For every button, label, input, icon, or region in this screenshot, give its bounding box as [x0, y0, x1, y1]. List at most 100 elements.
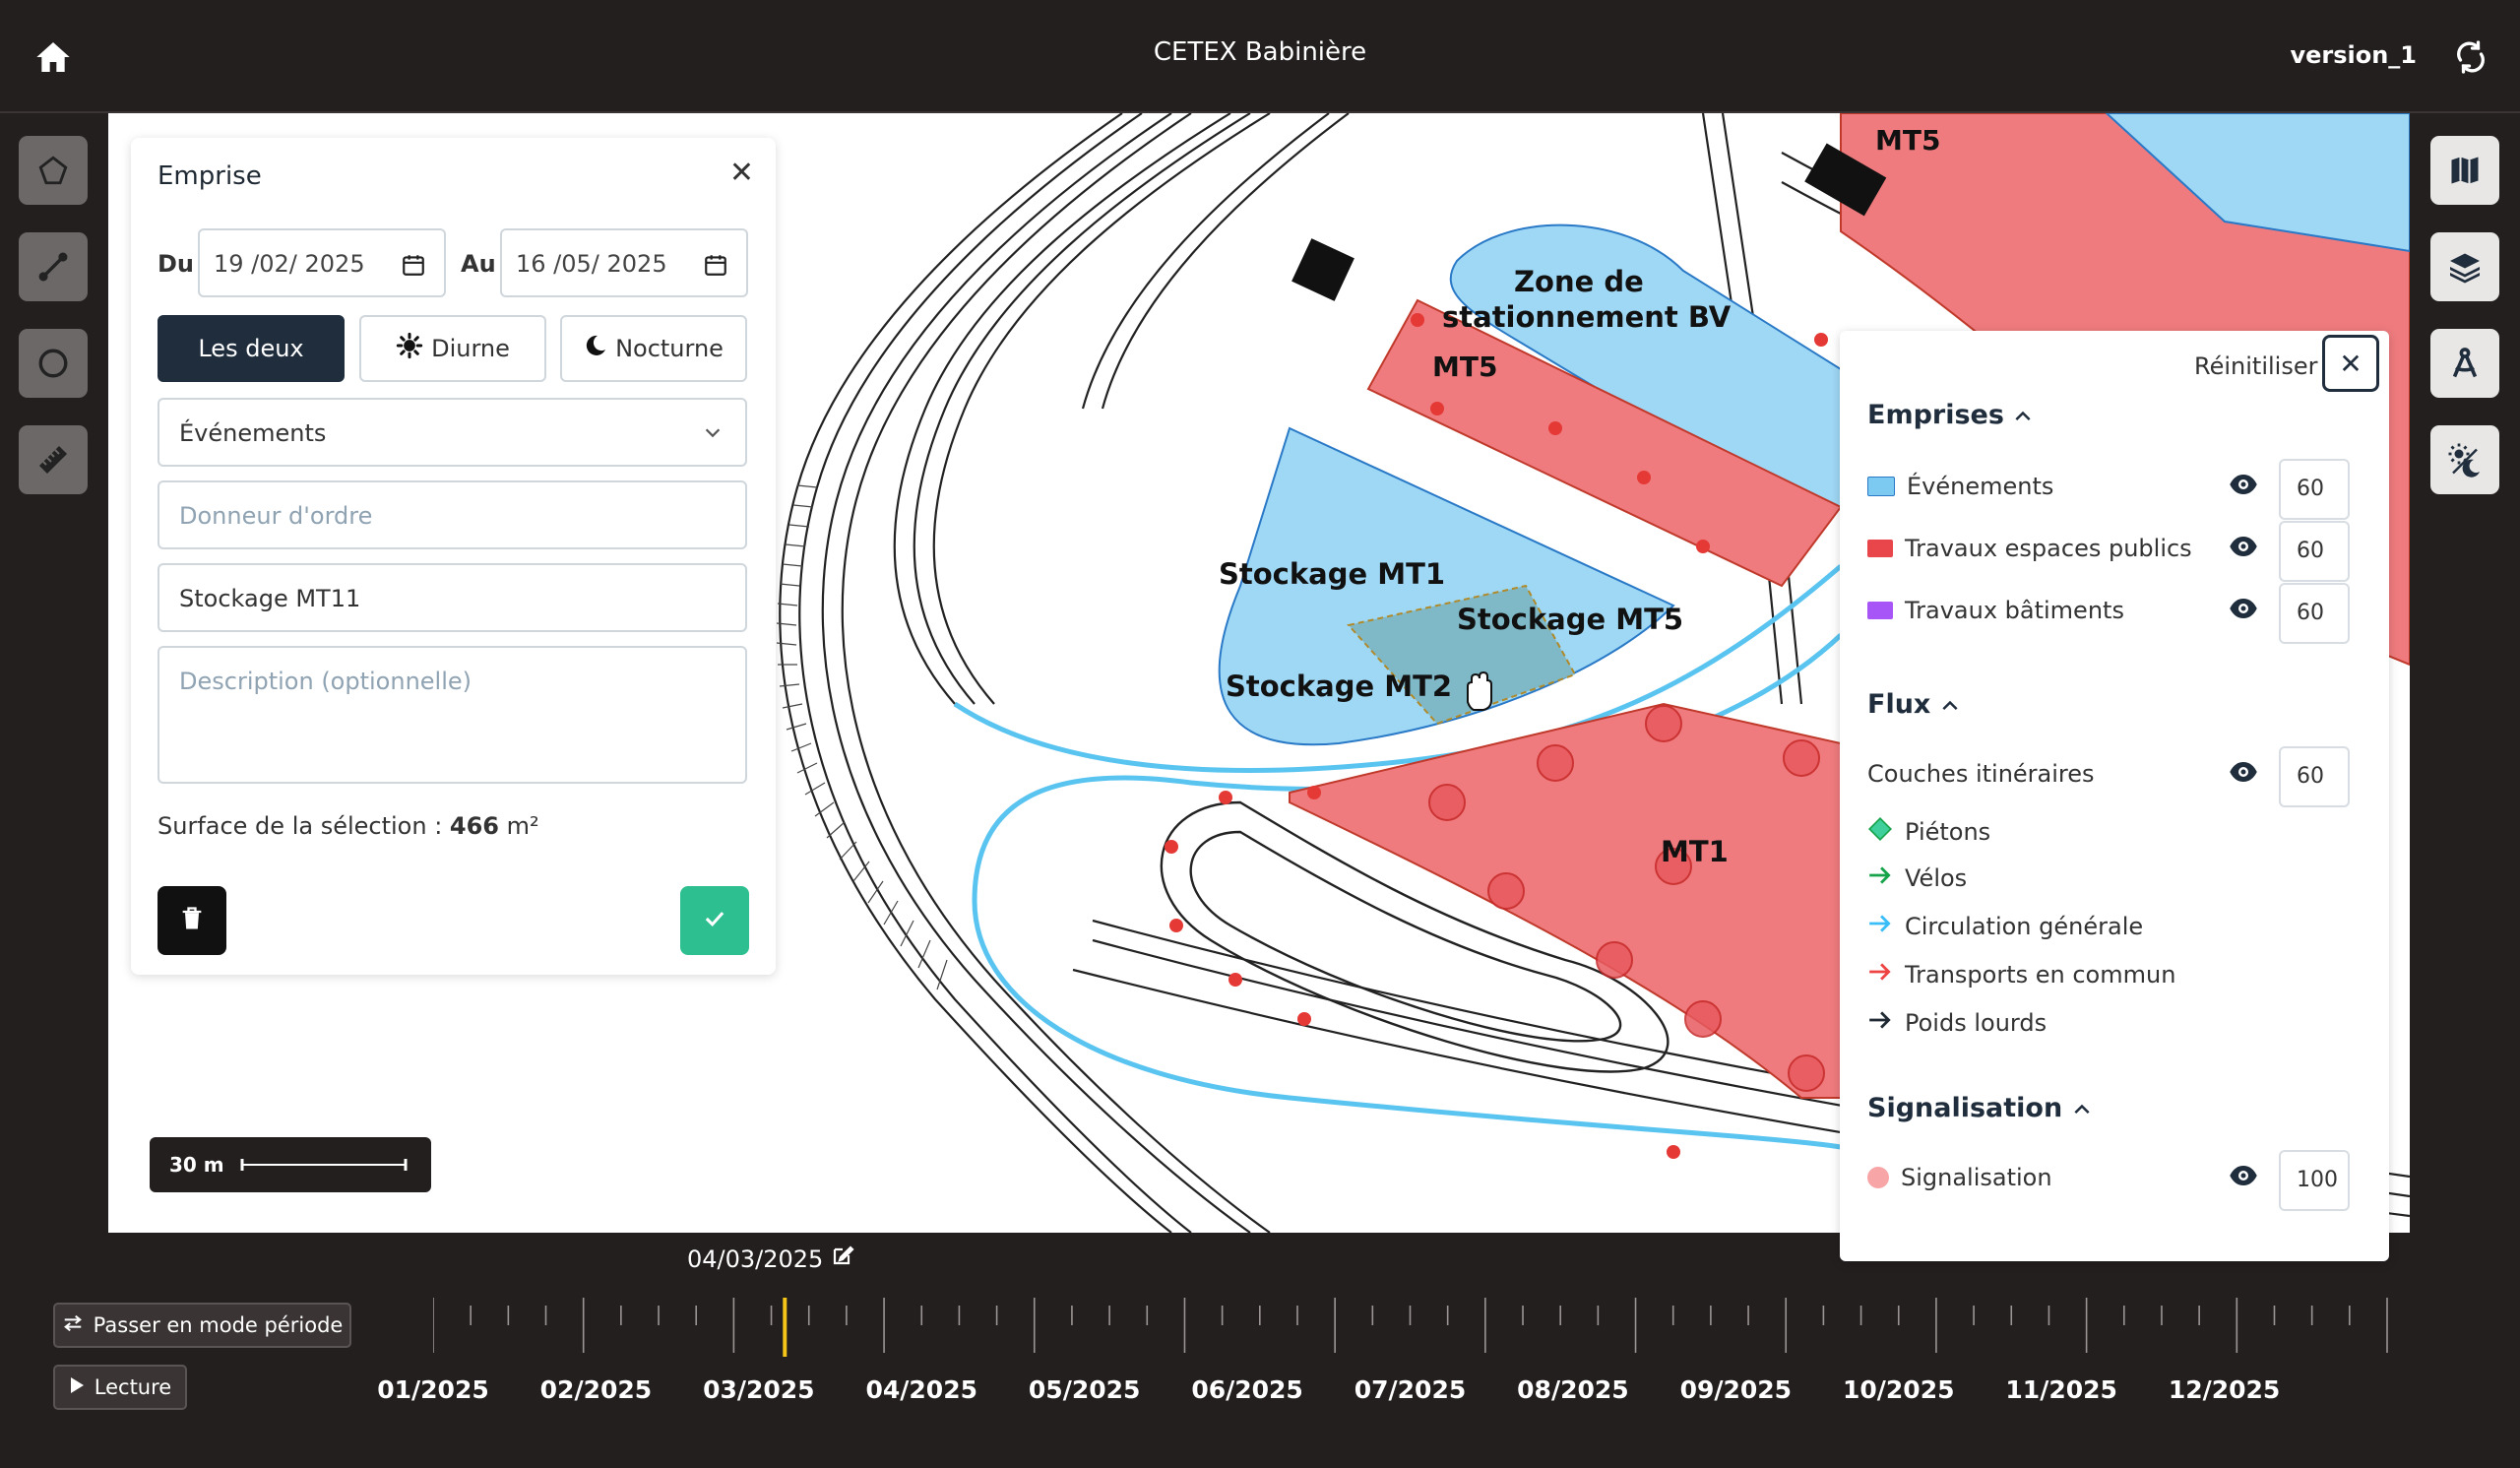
- opacity-input[interactable]: 60: [2279, 459, 2350, 520]
- timeline-month-label[interactable]: 04/2025: [865, 1375, 977, 1404]
- close-icon[interactable]: ✕: [729, 156, 754, 190]
- legend-label: Couches itinéraires: [1867, 760, 2095, 788]
- circle-tool-icon[interactable]: [19, 329, 88, 398]
- timeline-month-label[interactable]: 07/2025: [1354, 1375, 1467, 1404]
- panel-title: Emprise: [158, 161, 262, 191]
- category-select[interactable]: Événements: [158, 398, 747, 467]
- legend-item-travaux-batiments: Travaux bâtiments: [1867, 597, 2124, 624]
- legend-label: Signalisation: [1901, 1164, 2052, 1191]
- scale-bar: 30 m: [150, 1137, 431, 1192]
- edit-icon[interactable]: [831, 1245, 854, 1273]
- timeline-month-label[interactable]: 09/2025: [1680, 1375, 1793, 1404]
- timeline-current-date[interactable]: 04/03/2025: [687, 1244, 854, 1273]
- top-bar: CETEX Babinière version_1: [0, 0, 2520, 113]
- map-label: Stockage MT5: [1457, 603, 1683, 636]
- segment-day-button[interactable]: Diurne: [359, 315, 546, 382]
- legend-item-velos: Vélos: [1867, 864, 1967, 892]
- from-date-input[interactable]: 19 /02/ 2025: [198, 228, 446, 297]
- arrow-right-icon: [1867, 913, 1893, 940]
- donneur-input[interactable]: Donneur d'ordre: [158, 480, 747, 549]
- sun-icon: [396, 332, 423, 365]
- segment-both-button[interactable]: Les deux: [158, 315, 345, 382]
- timeline-track[interactable]: [433, 1298, 2402, 1357]
- reset-button[interactable]: Réinitiliser: [2194, 352, 2317, 380]
- eye-icon[interactable]: [2229, 473, 2258, 500]
- legend-item-evenements: Événements: [1867, 473, 2053, 500]
- to-date-input[interactable]: 16 /05/ 2025: [500, 228, 748, 297]
- delete-button[interactable]: [158, 886, 226, 955]
- chevron-up-icon: [2013, 400, 2033, 430]
- period-mode-button[interactable]: Passer en mode période: [53, 1303, 351, 1348]
- sync-icon[interactable]: [2453, 39, 2488, 75]
- line-tool-icon[interactable]: [19, 232, 88, 301]
- timeline-month-label[interactable]: 06/2025: [1191, 1375, 1303, 1404]
- version-selector[interactable]: version_1: [2290, 41, 2417, 69]
- arrow-right-icon: [1867, 1009, 1893, 1037]
- legend-label: Piétons: [1905, 818, 1991, 846]
- timeline-month-label[interactable]: 05/2025: [1029, 1375, 1141, 1404]
- close-icon[interactable]: ✕: [2322, 335, 2379, 392]
- chevron-down-icon: [702, 421, 724, 449]
- legend-swatch: [1867, 477, 1895, 496]
- button-label: Passer en mode période: [93, 1313, 344, 1337]
- compass-draw-icon[interactable]: [2430, 329, 2499, 398]
- legend-item-circulation: Circulation générale: [1867, 913, 2143, 940]
- surface-value: 466: [449, 812, 500, 840]
- calendar-icon[interactable]: [703, 252, 728, 284]
- ruler-tool-icon[interactable]: [19, 425, 88, 494]
- check-icon: [701, 905, 728, 936]
- map-label: Stockage MT2: [1226, 670, 1452, 703]
- timeline-month-label[interactable]: 11/2025: [2005, 1375, 2117, 1404]
- timeline-month-label[interactable]: 01/2025: [377, 1375, 489, 1404]
- legend-label: Travaux espaces publics: [1905, 535, 2192, 562]
- chevron-up-icon: [1940, 689, 1960, 720]
- play-button[interactable]: Lecture: [53, 1365, 187, 1410]
- play-icon: [69, 1375, 85, 1399]
- layers-icon[interactable]: [2430, 232, 2499, 301]
- opacity-input[interactable]: 100: [2279, 1150, 2350, 1211]
- legend-swatch: [1867, 602, 1893, 619]
- current-date-value: 04/03/2025: [687, 1245, 824, 1273]
- timeline-month-label[interactable]: 08/2025: [1517, 1375, 1629, 1404]
- segment-night-button[interactable]: Nocturne: [560, 315, 747, 382]
- segment-label: Les deux: [198, 335, 304, 362]
- day-night-icon[interactable]: [2430, 425, 2499, 494]
- to-date-value: 16 /05/ 2025: [516, 250, 667, 278]
- opacity-input[interactable]: 60: [2279, 521, 2350, 582]
- trash-icon: [178, 904, 206, 937]
- legend-label: Vélos: [1905, 864, 1968, 892]
- polygon-tool-icon[interactable]: [19, 136, 88, 205]
- opacity-input[interactable]: 60: [2279, 583, 2350, 644]
- section-emprises-header[interactable]: Emprises: [1867, 400, 2033, 430]
- timeline-month-label[interactable]: 03/2025: [703, 1375, 815, 1404]
- legend-item-pietons: Piétons: [1867, 816, 1990, 848]
- calendar-icon[interactable]: [401, 252, 426, 284]
- legend-swatch: [1867, 540, 1893, 557]
- description-textarea[interactable]: Description (optionnelle): [158, 646, 747, 784]
- eye-icon[interactable]: [2229, 1164, 2258, 1191]
- eye-icon[interactable]: [2229, 760, 2258, 788]
- section-title: Flux: [1867, 689, 1931, 720]
- surface-unit: m²: [506, 812, 539, 840]
- map-label: MT1: [1661, 835, 1729, 868]
- eye-icon[interactable]: [2229, 597, 2258, 624]
- timeline-month-label[interactable]: 02/2025: [540, 1375, 653, 1404]
- opacity-input[interactable]: 60: [2279, 746, 2350, 807]
- from-label: Du: [158, 250, 195, 278]
- emprise-panel: Emprise ✕ Du 19 /02/ 2025 Au 16 /05/ 202…: [131, 138, 776, 975]
- confirm-button[interactable]: [680, 886, 749, 955]
- map-label: stationnement BV: [1442, 300, 1732, 334]
- timeline-month-label[interactable]: 10/2025: [1843, 1375, 1955, 1404]
- arrow-right-icon: [1867, 864, 1893, 892]
- timeline-month-label[interactable]: 12/2025: [2169, 1375, 2281, 1404]
- section-flux-header[interactable]: Flux: [1867, 689, 1960, 720]
- section-signalisation-header[interactable]: Signalisation: [1867, 1093, 2092, 1123]
- name-input[interactable]: Stockage MT11: [158, 563, 747, 632]
- legend-item-poids-lourds: Poids lourds: [1867, 1009, 2047, 1037]
- legend-item-travaux-espaces: Travaux espaces publics: [1867, 535, 2192, 562]
- section-title: Signalisation: [1867, 1093, 2063, 1123]
- surface-label: Surface de la sélection :: [158, 812, 450, 840]
- eye-icon[interactable]: [2229, 535, 2258, 562]
- map-label: Zone de: [1514, 265, 1644, 298]
- map-icon[interactable]: [2430, 136, 2499, 205]
